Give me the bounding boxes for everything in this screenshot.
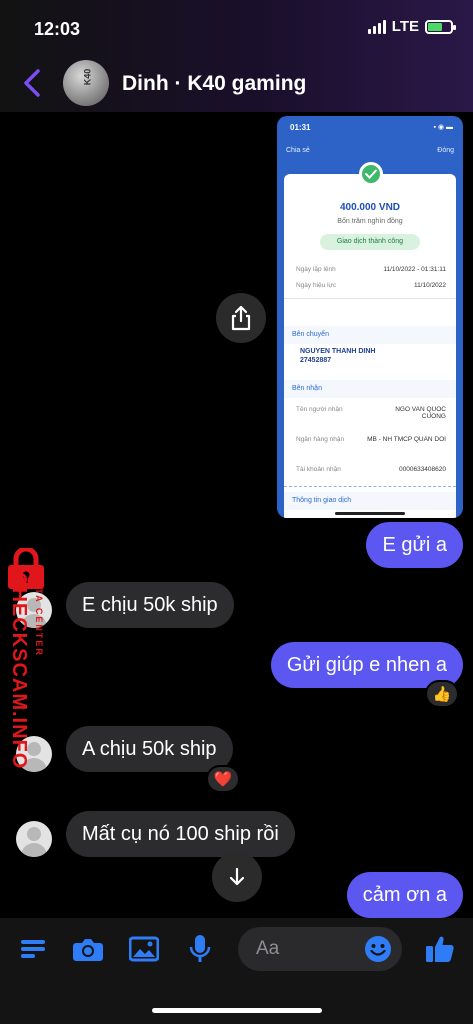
menu-button[interactable] bbox=[16, 932, 50, 966]
like-button[interactable] bbox=[423, 932, 457, 966]
receipt-sender-section: Bên chuyển bbox=[284, 326, 456, 344]
message-input-container[interactable] bbox=[238, 927, 402, 971]
receipt-amount: 400.000 VND bbox=[339, 202, 401, 213]
status-bar: 12:03 LTE bbox=[0, 0, 473, 56]
row-label: Ngân hàng nhận bbox=[296, 436, 345, 443]
receipt-row-order-date: Ngày lập lệnh 11/10/2022 - 01:31:11 bbox=[296, 266, 446, 273]
microphone-icon bbox=[189, 935, 211, 962]
receipt-toolbar: Chia sẻ Đóng bbox=[277, 142, 463, 162]
receipt-row-receiver-bank: Ngân hàng nhận MB - NH TMCP QUAN DOI bbox=[296, 436, 446, 443]
back-button[interactable] bbox=[18, 68, 46, 98]
chevron-left-icon bbox=[24, 69, 40, 97]
row-value: NGO VAN QUOC CUONG bbox=[395, 406, 446, 420]
thumbs-up-icon bbox=[426, 936, 454, 962]
row-label: Tên người nhận bbox=[296, 406, 343, 413]
row-label: Ngày hiệu lực bbox=[296, 282, 337, 289]
composer-bar bbox=[0, 918, 473, 1024]
watermark-subtitle: DATA CENTER bbox=[34, 572, 44, 657]
image-icon bbox=[129, 936, 159, 962]
message-bubble-outgoing[interactable]: E gửi a bbox=[366, 522, 463, 568]
battery-icon bbox=[425, 19, 456, 34]
row-value: 0000633408620 bbox=[399, 466, 446, 473]
receipt-status-bar: 01:31 ▪ ◉ ▬ bbox=[277, 116, 463, 138]
receipt-share-label: Chia sẻ bbox=[286, 147, 310, 154]
row-value: MB - NH TMCP QUAN DOI bbox=[367, 436, 446, 443]
emoji-icon[interactable] bbox=[364, 935, 392, 963]
receipt-card: 400.000 VND Bốn trăm nghìn đồng Giao dịc… bbox=[284, 162, 456, 518]
arrow-down-icon bbox=[229, 867, 245, 886]
check-icon bbox=[359, 162, 383, 186]
watermark: DATA CENTER CHECKSCAM.INFO bbox=[0, 548, 54, 778]
message-list[interactable]: 01:31 ▪ ◉ ▬ Chia sẻ Đóng 400.000 VND Bốn… bbox=[0, 112, 473, 918]
receipt-time: 01:31 bbox=[290, 123, 311, 132]
avatar-label: K40 bbox=[82, 68, 93, 86]
gallery-button[interactable] bbox=[127, 932, 161, 966]
receipt-receiver-section: Bên nhận bbox=[284, 380, 456, 398]
row-value: 11/10/2022 - 01:31:11 bbox=[383, 266, 446, 273]
receipt-row-receiver-account: Tài khoản nhận 0000633408620 bbox=[296, 466, 446, 473]
receipt-transaction-info: Thông tin giao dịch bbox=[284, 492, 456, 510]
receipt-amount-words: Bốn trăm nghìn đồng bbox=[337, 218, 403, 225]
share-button[interactable] bbox=[216, 293, 266, 343]
signal-icon bbox=[367, 19, 386, 34]
home-indicator bbox=[152, 1008, 322, 1013]
receipt-home-indicator bbox=[335, 512, 405, 515]
message-input[interactable] bbox=[256, 927, 366, 971]
chat-header: K40 Dinh · K40 gaming bbox=[0, 56, 473, 112]
avatar[interactable] bbox=[16, 821, 52, 857]
receipt-signal-icon: ▪ ◉ ▬ bbox=[433, 124, 453, 131]
row-label: Ngày lập lệnh bbox=[296, 266, 336, 273]
scroll-to-bottom-button[interactable] bbox=[212, 852, 262, 902]
status-indicators: LTE bbox=[367, 18, 456, 35]
camera-icon bbox=[73, 939, 103, 961]
reaction-thumbs-up[interactable]: 👍 bbox=[425, 680, 459, 708]
camera-button[interactable] bbox=[71, 932, 105, 966]
receipt-status-badge: Giao dịch thành công bbox=[320, 234, 420, 250]
contact-avatar[interactable]: K40 bbox=[63, 60, 109, 106]
reaction-heart[interactable]: ❤️ bbox=[206, 765, 240, 793]
receipt-dashed-divider bbox=[284, 486, 456, 487]
network-label: LTE bbox=[391, 18, 419, 35]
row-label: Tài khoản nhận bbox=[296, 466, 341, 473]
receipt-row-receiver-name: Tên người nhận NGO VAN QUOC CUONG bbox=[296, 406, 446, 420]
watermark-title: CHECKSCAM.INFO bbox=[8, 572, 30, 770]
status-time: 12:03 bbox=[34, 19, 81, 39]
receipt-sender-account: 27452887 bbox=[300, 357, 332, 364]
receipt-close-label: Đóng bbox=[437, 147, 454, 154]
menu-icon bbox=[21, 940, 45, 958]
row-value: 11/10/2022 bbox=[413, 282, 446, 289]
receipt-divider bbox=[284, 298, 456, 299]
message-bubble-incoming[interactable]: Mất cụ nó 100 ship rồi bbox=[66, 811, 295, 857]
image-message[interactable]: 01:31 ▪ ◉ ▬ Chia sẻ Đóng 400.000 VND Bốn… bbox=[277, 116, 463, 518]
receipt-row-effective-date: Ngày hiệu lực 11/10/2022 bbox=[296, 282, 446, 289]
receipt-sender-name: NGUYEN THANH DINH bbox=[300, 348, 376, 355]
message-bubble-incoming[interactable]: A chịu 50k ship bbox=[66, 726, 233, 772]
voice-button[interactable] bbox=[183, 932, 217, 966]
share-icon bbox=[231, 305, 251, 331]
message-bubble-incoming[interactable]: E chịu 50k ship bbox=[66, 582, 234, 628]
contact-name[interactable]: Dinh · K40 gaming bbox=[122, 72, 306, 96]
message-bubble-outgoing[interactable]: cảm ơn a bbox=[346, 872, 463, 918]
